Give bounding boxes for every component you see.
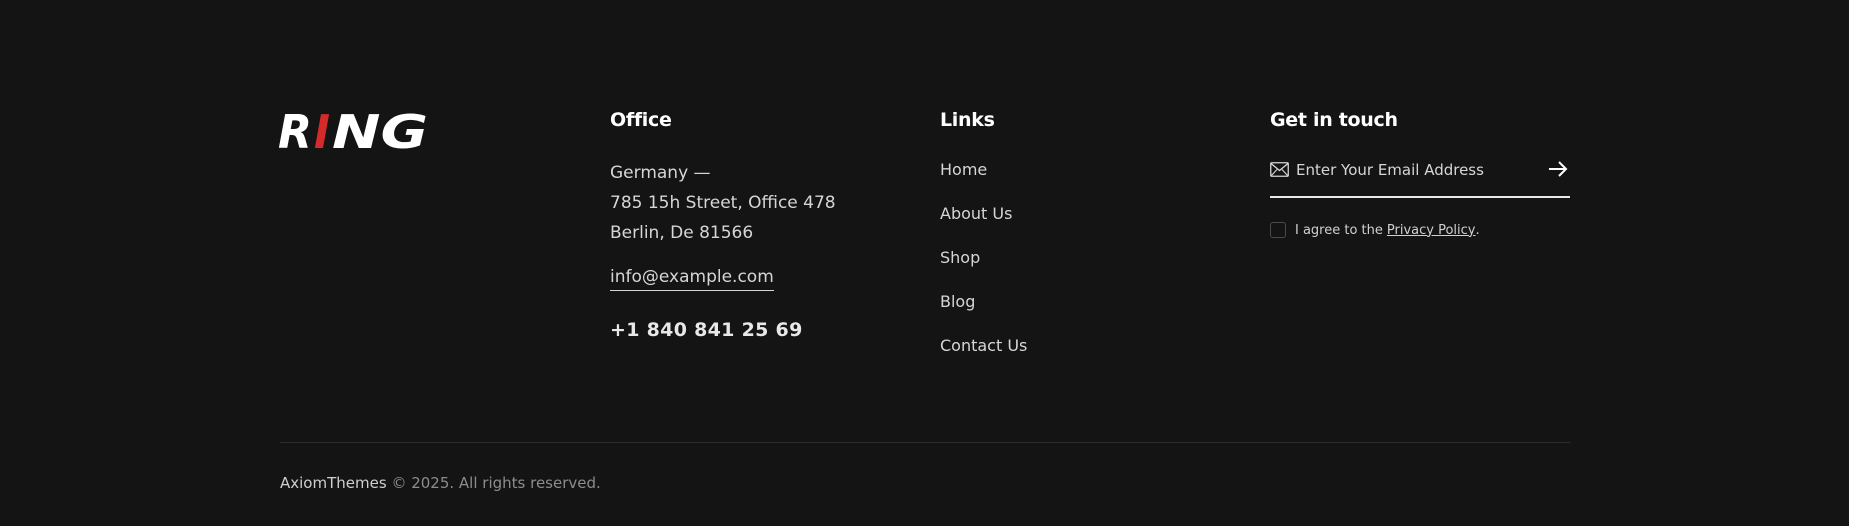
logo-text-right: NG <box>332 108 428 152</box>
copyright-brand[interactable]: AxiomThemes <box>280 474 387 492</box>
privacy-consent-checkbox[interactable] <box>1270 222 1286 238</box>
link-blog[interactable]: Blog <box>940 292 1200 336</box>
office-phone[interactable]: +1 840 841 25 69 <box>610 319 910 341</box>
copyright: AxiomThemes © 2025. All rights reserved. <box>280 474 601 492</box>
office-email-link[interactable]: info@example.com <box>610 266 774 291</box>
link-home[interactable]: Home <box>940 160 1200 204</box>
consent-text: I agree to the <box>1295 222 1383 238</box>
consent-suffix: . <box>1475 222 1480 238</box>
links-list: Home About Us Shop Blog Contact Us <box>940 160 1200 380</box>
get-in-touch-heading: Get in touch <box>1270 109 1398 131</box>
office-column: Office Germany — 785 15h Street, Office … <box>610 108 910 341</box>
link-contact-us[interactable]: Contact Us <box>940 336 1200 380</box>
address-line: Germany — <box>610 163 711 183</box>
copyright-text: © 2025. All rights reserved. <box>391 474 601 492</box>
links-heading: Links <box>940 109 995 131</box>
arrow-right-icon <box>1549 161 1568 177</box>
footer-divider <box>280 442 1570 443</box>
address-line: Berlin, De 81566 <box>610 223 754 243</box>
privacy-consent: I agree to the Privacy Policy . <box>1270 222 1570 238</box>
logo-text-left: R <box>278 108 312 152</box>
office-address: Germany — 785 15h Street, Office 478 Ber… <box>610 158 910 248</box>
get-in-touch-column: Get in touch I agree to the Privacy Poli… <box>1270 108 1570 238</box>
newsletter-email-input[interactable] <box>1296 158 1536 182</box>
newsletter-submit-button[interactable] <box>1546 158 1570 182</box>
office-heading: Office <box>610 109 672 131</box>
ring-logo[interactable]: R I NG <box>276 108 432 152</box>
privacy-policy-link[interactable]: Privacy Policy <box>1387 223 1476 238</box>
link-shop[interactable]: Shop <box>940 248 1200 292</box>
envelope-icon <box>1270 162 1289 177</box>
address-line: 785 15h Street, Office 478 <box>610 193 836 213</box>
newsletter-form <box>1270 158 1570 198</box>
logo-text-red: I <box>314 108 330 152</box>
links-column: Links Home About Us Shop Blog Contact Us <box>940 108 1200 380</box>
link-about-us[interactable]: About Us <box>940 204 1200 248</box>
site-footer: R I NG Office Germany — 785 15h Street, … <box>0 0 1849 526</box>
